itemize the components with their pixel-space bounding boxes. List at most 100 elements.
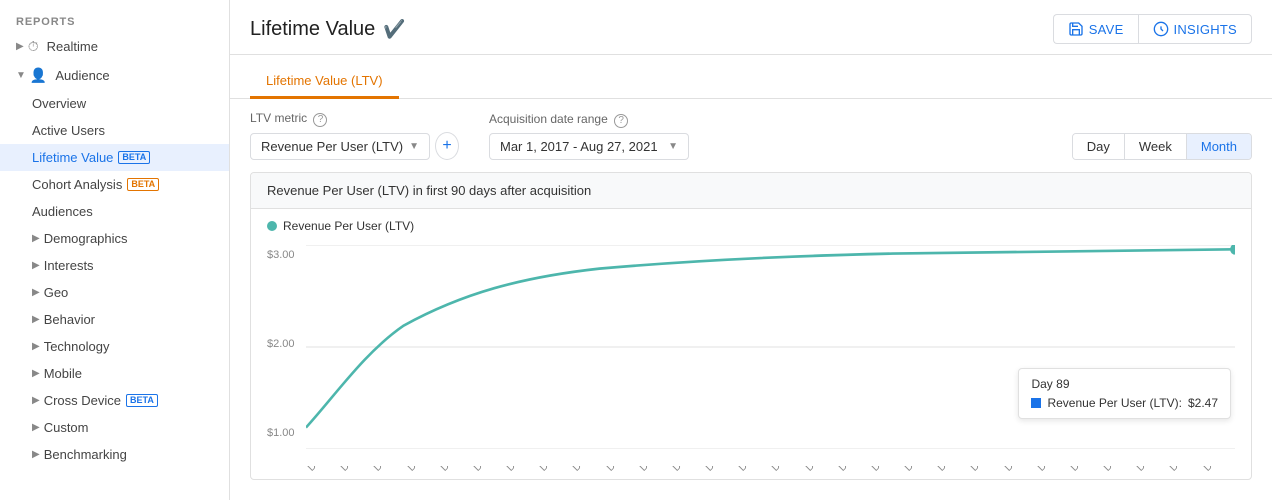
legend-dot bbox=[267, 221, 277, 231]
chevron-icon: ▶ bbox=[32, 341, 40, 352]
chart-section: Revenue Per User (LTV) in first 90 days … bbox=[250, 172, 1252, 480]
x-label-18: Day 54 bbox=[903, 466, 934, 474]
x-label-20: Day 60 bbox=[969, 466, 1000, 474]
sidebar-item-label: Audiences bbox=[32, 204, 93, 219]
chevron-icon: ▶ bbox=[32, 314, 40, 325]
sidebar: REPORTS ▶ ⏱ Realtime ▼ 👤 Audience Overvi… bbox=[0, 0, 230, 500]
sidebar-item-cross-device[interactable]: ▶ Cross Device BETA bbox=[0, 387, 229, 414]
caret-icon: ▼ bbox=[668, 141, 678, 152]
x-label-21: Day 63 bbox=[1003, 466, 1034, 474]
beta-badge: BETA bbox=[118, 151, 150, 164]
chart-title: Revenue Per User (LTV) in first 90 days … bbox=[251, 173, 1251, 209]
ltv-metric-select-wrapper: Revenue Per User (LTV) ▼ + bbox=[250, 132, 459, 160]
add-metric-button[interactable]: + bbox=[435, 132, 459, 160]
help-icon[interactable]: ? bbox=[313, 113, 327, 127]
page-title-text: Lifetime Value bbox=[250, 18, 375, 41]
chart-area: Revenue Per User (LTV) $3.00 $2.00 $1.00 bbox=[251, 209, 1251, 479]
x-label-3: Day 9 bbox=[406, 466, 437, 474]
save-label: SAVE bbox=[1089, 22, 1124, 37]
x-label-10: Day 30 bbox=[638, 466, 669, 474]
beta-badge: BETA bbox=[126, 394, 158, 407]
chart-end-dot bbox=[1230, 245, 1235, 255]
period-week-button[interactable]: Week bbox=[1125, 134, 1187, 159]
sidebar-item-behavior[interactable]: ▶ Behavior bbox=[0, 306, 229, 333]
sidebar-item-demographics[interactable]: ▶ Demographics bbox=[0, 225, 229, 252]
x-label-22: Day 66 bbox=[1036, 466, 1067, 474]
ltv-metric-group: LTV metric ? Revenue Per User (LTV) ▼ + bbox=[250, 111, 459, 160]
insights-icon bbox=[1153, 21, 1169, 37]
audience-icon: 👤 bbox=[30, 67, 47, 84]
x-label-14: Day 42 bbox=[770, 466, 801, 474]
x-label-12: Day 36 bbox=[704, 466, 735, 474]
x-label-23: Day 69 bbox=[1069, 466, 1100, 474]
sidebar-item-audiences[interactable]: Audiences bbox=[0, 198, 229, 225]
chevron-icon: ▶ bbox=[32, 368, 40, 379]
tooltip-row: Revenue Per User (LTV): $2.47 bbox=[1031, 396, 1218, 410]
chart-legend: Revenue Per User (LTV) bbox=[267, 219, 1235, 233]
tooltip-day: Day 89 bbox=[1031, 377, 1218, 391]
chevron-icon: ▶ bbox=[32, 449, 40, 460]
period-day-button[interactable]: Day bbox=[1073, 134, 1125, 159]
legend-label: Revenue Per User (LTV) bbox=[283, 219, 414, 233]
sidebar-item-custom[interactable]: ▶ Custom bbox=[0, 414, 229, 441]
sidebar-item-cohort-analysis[interactable]: Cohort Analysis BETA bbox=[0, 171, 229, 198]
reports-label: REPORTS bbox=[0, 8, 229, 32]
sidebar-item-active-users[interactable]: Active Users bbox=[0, 117, 229, 144]
sidebar-item-interests[interactable]: ▶ Interests bbox=[0, 252, 229, 279]
help-icon-acquisition[interactable]: ? bbox=[614, 114, 628, 128]
y-label-2: $2.00 bbox=[267, 338, 295, 350]
x-label-17: Day 51 bbox=[870, 466, 901, 474]
x-axis: Day 0 Day 3 Day 6 Day 9 Day 12 Day 15 Da… bbox=[306, 466, 1235, 477]
chevron-icon: ▶ bbox=[32, 395, 40, 406]
period-month-button[interactable]: Month bbox=[1187, 134, 1251, 159]
ltv-metric-select[interactable]: Revenue Per User (LTV) ▼ bbox=[250, 133, 430, 160]
sidebar-item-label: Lifetime Value bbox=[32, 150, 113, 165]
acquisition-date-select[interactable]: Mar 1, 2017 - Aug 27, 2021 ▼ bbox=[489, 133, 689, 160]
sidebar-item-label: Active Users bbox=[32, 123, 105, 138]
save-button[interactable]: SAVE bbox=[1053, 14, 1138, 44]
sidebar-item-audience[interactable]: ▼ 👤 Audience bbox=[0, 61, 229, 90]
x-label-11: Day 33 bbox=[671, 466, 702, 474]
caret-icon: ▼ bbox=[409, 141, 419, 152]
tooltip-metric-label: Revenue Per User (LTV): bbox=[1047, 396, 1182, 410]
sidebar-item-label: Custom bbox=[44, 420, 89, 435]
sidebar-item-label: Demographics bbox=[44, 231, 128, 246]
sidebar-item-realtime[interactable]: ▶ ⏱ Realtime bbox=[0, 32, 229, 61]
sidebar-item-technology[interactable]: ▶ Technology bbox=[0, 333, 229, 360]
sidebar-item-mobile[interactable]: ▶ Mobile bbox=[0, 360, 229, 387]
beta-badge-orange: BETA bbox=[127, 178, 159, 191]
insights-label: INSIGHTS bbox=[1174, 22, 1237, 37]
x-label-2: Day 6 bbox=[372, 466, 403, 474]
chevron-icon: ▶ bbox=[32, 260, 40, 271]
x-label-7: Day 21 bbox=[538, 466, 569, 474]
x-label-5: Day 15 bbox=[472, 466, 503, 474]
sidebar-item-overview[interactable]: Overview bbox=[0, 90, 229, 117]
tooltip-metric-value: $2.47 bbox=[1188, 396, 1218, 410]
sidebar-item-label: Cohort Analysis bbox=[32, 177, 122, 192]
sidebar-item-label: Realtime bbox=[47, 39, 98, 54]
chevron-icon: ▶ bbox=[16, 41, 24, 52]
x-label-4: Day 12 bbox=[439, 466, 470, 474]
insights-button[interactable]: INSIGHTS bbox=[1138, 14, 1252, 44]
sidebar-item-label: Audience bbox=[55, 68, 109, 83]
y-axis: $3.00 $2.00 $1.00 bbox=[267, 249, 295, 439]
chevron-icon: ▶ bbox=[32, 422, 40, 433]
tab-label: Lifetime Value (LTV) bbox=[266, 73, 383, 88]
x-label-0: Day 0 bbox=[306, 466, 337, 474]
tab-ltv[interactable]: Lifetime Value (LTV) bbox=[250, 65, 399, 99]
acquisition-value: Mar 1, 2017 - Aug 27, 2021 bbox=[500, 139, 658, 154]
acquisition-group: Acquisition date range ? Mar 1, 2017 - A… bbox=[489, 112, 689, 160]
header-actions: SAVE INSIGHTS bbox=[1053, 14, 1252, 44]
x-label-8: Day 24 bbox=[571, 466, 602, 474]
y-label-3: $3.00 bbox=[267, 249, 295, 261]
x-label-1: Day 3 bbox=[339, 466, 370, 474]
controls-bar: LTV metric ? Revenue Per User (LTV) ▼ + … bbox=[230, 99, 1272, 172]
x-label-15: Day 45 bbox=[804, 466, 835, 474]
sidebar-item-lifetime-value[interactable]: Lifetime Value BETA bbox=[0, 144, 229, 171]
sidebar-item-geo[interactable]: ▶ Geo bbox=[0, 279, 229, 306]
main-content: Lifetime Value ✔️ SAVE INSIGHTS Lifetime… bbox=[230, 0, 1272, 500]
sidebar-item-benchmarking[interactable]: ▶ Benchmarking bbox=[0, 441, 229, 468]
chevron-icon: ▶ bbox=[32, 233, 40, 244]
chevron-icon: ▶ bbox=[32, 287, 40, 298]
sidebar-item-label: Mobile bbox=[44, 366, 82, 381]
